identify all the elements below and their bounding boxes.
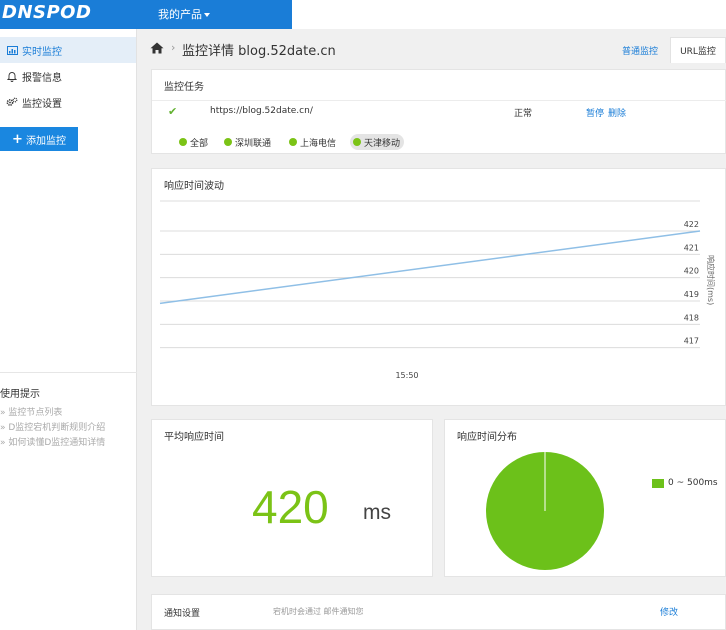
status-dot-icon xyxy=(179,138,187,146)
y-tick-label: 418 xyxy=(684,313,699,322)
average-unit: ms xyxy=(363,501,391,524)
filter-all[interactable]: 全部 xyxy=(176,134,212,150)
tip-link[interactable]: » 如何读懂D监控通知详情 xyxy=(0,436,137,451)
sidebar-item-label: 监控设置 xyxy=(22,98,62,110)
page-title: 监控详情 blog.52date.cn xyxy=(182,44,336,59)
breadcrumb-separator: › xyxy=(171,41,176,54)
task-row: ✔ https://blog.52date.cn/ 正常 暂停 删除 xyxy=(152,100,726,124)
y-tick-label: 422 xyxy=(684,220,699,229)
x-tick-label: 15:50 xyxy=(395,371,418,380)
legend-label: 0 ~ 500ms xyxy=(668,478,718,488)
status-dot-icon xyxy=(353,138,361,146)
response-time-chart-card: 响应时间波动 417 418 419 420 421 422 15:50 响应时间(ms) xyxy=(151,168,726,406)
bell-icon xyxy=(6,71,18,82)
tip-link[interactable]: » 监控节点列表 xyxy=(0,406,137,421)
y-tick-label: 419 xyxy=(684,290,699,299)
average-value: 420 xyxy=(252,481,329,533)
dnspod-logo[interactable]: DNSPOD xyxy=(2,2,91,23)
notify-title: 通知设置 xyxy=(164,609,201,619)
status-dot-icon xyxy=(224,138,232,146)
y-tick-label: 417 xyxy=(684,337,699,346)
filter-tianjin-mobile[interactable]: 天津移动 xyxy=(350,134,405,150)
tips-title: 使用提示 xyxy=(0,389,40,400)
monitor-task-card: 监控任务 ✔ https://blog.52date.cn/ 正常 暂停 删除 … xyxy=(151,69,726,154)
notify-text: 宕机时会通过 邮件通知您 xyxy=(273,607,364,616)
y-tick-label: 420 xyxy=(684,267,699,276)
caret-down-icon xyxy=(204,13,210,17)
add-monitor-label: 添加监控 xyxy=(25,135,66,147)
tab-url-monitor[interactable]: URL监控 xyxy=(670,37,726,63)
filter-label: 天津移动 xyxy=(364,138,401,149)
monitor-url: https://blog.52date.cn/ xyxy=(210,106,313,116)
plus-icon: + xyxy=(12,131,23,147)
average-response-card: 平均响应时间 420 ms xyxy=(151,419,433,577)
sidebar-item-settings[interactable]: 监控设置 xyxy=(0,89,137,115)
top-bar: DNSPOD 我的产品 xyxy=(0,0,726,29)
sidebar-item-label: 实时监控 xyxy=(22,46,62,58)
breadcrumb: › 监控详情 blog.52date.cn 普通监控 URL监控 xyxy=(150,37,726,63)
sidebar-item-label: 报警信息 xyxy=(22,72,62,84)
response-time-chart: 417 418 419 420 421 422 15:50 响应时间(ms) xyxy=(159,200,716,380)
edit-notify-button[interactable]: 修改 xyxy=(660,605,678,618)
products-menu[interactable]: 我的产品 xyxy=(158,6,210,22)
usage-tips: 使用提示 » 监控节点列表 » D监控宕机判断规则介绍 » 如何读懂D监控通知详… xyxy=(0,372,137,451)
sidebar: 实时监控 报警信息 监控设置 + 添加监控 使用提示 » 监控节点列表 » D监控… xyxy=(0,29,137,630)
filter-label: 全部 xyxy=(190,138,209,149)
filter-label: 深圳联通 xyxy=(235,138,272,149)
distribution-card-title: 响应时间分布 xyxy=(457,432,517,443)
average-card-title: 平均响应时间 xyxy=(164,432,224,443)
status-dot-icon xyxy=(289,138,297,146)
tab-normal-monitor[interactable]: 普通监控 xyxy=(622,44,658,59)
products-menu-label: 我的产品 xyxy=(158,8,202,21)
delete-button[interactable]: 删除 xyxy=(608,106,626,119)
y-axis-label: 响应时间(ms) xyxy=(706,255,716,305)
filter-shenzhen-unicom[interactable]: 深圳联通 xyxy=(221,134,275,150)
task-card-title: 监控任务 xyxy=(164,82,204,93)
filter-shanghai-telecom[interactable]: 上海电信 xyxy=(286,134,340,150)
status-badge: 正常 xyxy=(514,109,533,119)
home-icon[interactable] xyxy=(150,42,164,57)
sidebar-item-alerts[interactable]: 报警信息 xyxy=(0,63,137,89)
response-distribution-card: 响应时间分布 0 ~ 500ms xyxy=(444,419,726,577)
chart-icon xyxy=(6,45,18,55)
add-monitor-button[interactable]: + 添加监控 xyxy=(0,127,78,151)
filter-label: 上海电信 xyxy=(300,138,337,149)
legend-swatch xyxy=(652,478,664,488)
response-time-series-line xyxy=(159,230,701,305)
distribution-pie xyxy=(486,452,604,570)
gears-icon xyxy=(6,97,18,107)
y-tick-label: 421 xyxy=(684,243,699,252)
pause-button[interactable]: 暂停 xyxy=(586,106,604,119)
check-icon: ✔ xyxy=(168,105,178,118)
tip-link[interactable]: » D监控宕机判断规则介绍 xyxy=(0,421,137,436)
notification-settings-card: 通知设置 宕机时会通过 邮件通知您 修改 xyxy=(151,594,726,630)
sidebar-item-realtime-monitor[interactable]: 实时监控 xyxy=(0,37,137,63)
distribution-legend: 0 ~ 500ms xyxy=(652,478,718,488)
